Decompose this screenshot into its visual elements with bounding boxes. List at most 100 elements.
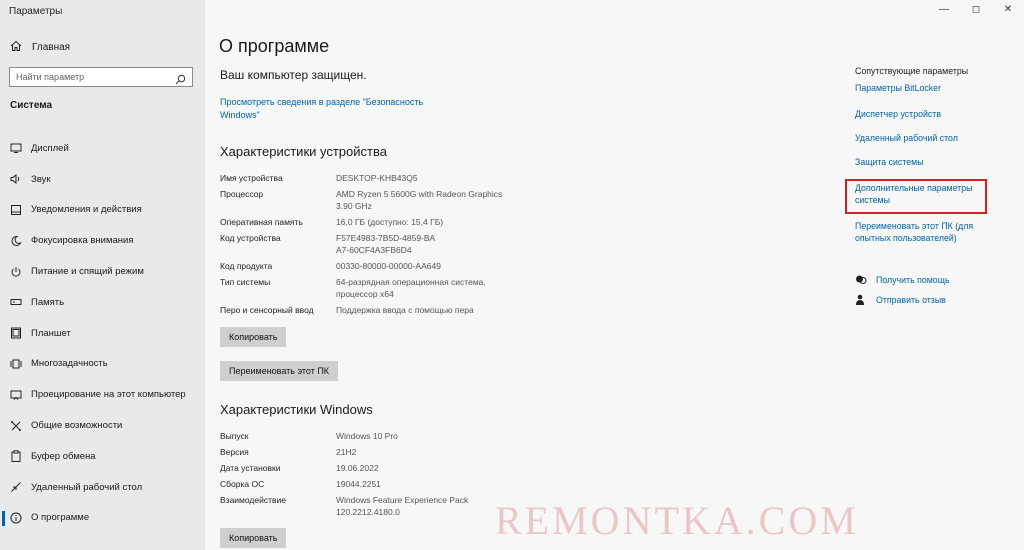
sidebar-item-remote-desktop[interactable]: Удаленный рабочий стол: [0, 472, 205, 503]
spec-row: Версия 21H2: [220, 447, 526, 459]
windows-security-link[interactable]: Просмотреть сведения в разделе "Безопасн…: [220, 96, 435, 121]
page-title: О программе: [219, 36, 330, 56]
sidebar-nav: Дисплей Звук Уведомления и действия Фоку…: [0, 133, 205, 533]
bitlocker-settings-link[interactable]: Параметры BitLocker: [855, 82, 995, 94]
spec-key: Выпуск: [220, 431, 249, 441]
remote-desktop-icon: [10, 481, 22, 493]
sidebar-item-label: Проецирование на этот компьютер: [31, 389, 186, 401]
spec-value: DESKTOP-KHB43Q5: [336, 173, 418, 183]
storage-icon: [10, 296, 22, 308]
sidebar-item-sound[interactable]: Звук: [0, 164, 205, 195]
search-box[interactable]: [9, 67, 193, 87]
send-feedback-label: Отправить отзыв: [876, 295, 946, 305]
sidebar-item-clipboard[interactable]: Буфер обмена: [0, 441, 205, 472]
sidebar-item-shared-experiences[interactable]: Общие возможности: [0, 410, 205, 441]
sidebar-item-about[interactable]: О программе: [0, 503, 205, 534]
spec-value: 00330-80000-00000-AA649: [336, 261, 441, 271]
sidebar-item-projecting[interactable]: Проецирование на этот компьютер: [0, 379, 205, 410]
spec-row: Тип системы 64-разрядная операционная си…: [220, 277, 506, 300]
home-label: Главная: [32, 41, 71, 53]
spec-key: Оперативная память: [220, 217, 303, 227]
spec-row: Код продукта 00330-80000-00000-AA649: [220, 261, 526, 273]
sidebar-item-display[interactable]: Дисплей: [0, 133, 205, 164]
sidebar-item-notifications[interactable]: Уведомления и действия: [0, 195, 205, 226]
spec-value: 19044.2251: [336, 479, 381, 489]
sidebar-item-label: Дисплей: [31, 142, 69, 154]
spec-value: 64-разрядная операционная система, проце…: [336, 277, 486, 299]
window-controls: — ◻ ✕: [938, 4, 1014, 15]
spec-value: 19.06.2022: [336, 463, 379, 473]
spec-row: Дата установки 19.06.2022: [220, 463, 526, 475]
watermark: REMONTKA.COM: [495, 498, 859, 543]
get-help-link[interactable]: Получить помощь: [855, 274, 950, 286]
feedback-person-icon: [855, 294, 867, 306]
spec-key: Версия: [220, 447, 249, 457]
spec-key: Перо и сенсорный ввод: [220, 305, 314, 315]
rename-pc-advanced-link[interactable]: Переименовать этот ПК (для опытных польз…: [855, 220, 985, 244]
spec-value: AMD Ryzen 5 5600G with Radeon Graphics 3…: [336, 189, 503, 211]
spec-row: Перо и сенсорный ввод Поддержка ввода с …: [220, 305, 526, 317]
system-protection-link[interactable]: Защита системы: [855, 156, 995, 168]
related-settings-heading: Сопутствующие параметры: [855, 66, 969, 76]
spec-row: Имя устройства DESKTOP-KHB43Q5: [220, 173, 526, 185]
send-feedback-link[interactable]: Отправить отзыв: [855, 294, 946, 306]
display-icon: [10, 142, 22, 154]
sidebar-item-label: Общие возможности: [31, 420, 123, 432]
shared-experiences-icon: [10, 420, 22, 432]
spec-row: Процессор AMD Ryzen 5 5600G with Radeon …: [220, 189, 511, 212]
spec-key: Код продукта: [220, 261, 273, 271]
windows-specs-heading: Характеристики Windows: [220, 402, 373, 417]
sidebar-item-label: Многозадачность: [31, 358, 108, 370]
sidebar-item-tablet[interactable]: Планшет: [0, 318, 205, 349]
sidebar-item-label: Звук: [31, 173, 51, 185]
power-icon: [10, 266, 22, 278]
tablet-icon: [10, 327, 22, 339]
spec-value: Windows 10 Pro: [336, 431, 398, 441]
home-nav-item[interactable]: Главная: [10, 38, 70, 56]
spec-key: Код устройства: [220, 233, 281, 243]
sidebar-item-label: Память: [31, 296, 65, 308]
section-title: Система: [10, 100, 53, 111]
sidebar-item-label: Удаленный рабочий стол: [31, 481, 143, 493]
device-manager-link[interactable]: Диспетчер устройств: [855, 108, 995, 120]
spec-row: Код устройства F57E4983-7B5D-4859-BAA7-6…: [220, 233, 436, 256]
spec-row: Выпуск Windows 10 Pro: [220, 431, 526, 443]
sidebar-item-multitasking[interactable]: Многозадачность: [0, 349, 205, 380]
notifications-icon: [10, 204, 22, 216]
spec-value: Windows Feature Experience Pack 120.2212…: [336, 495, 469, 517]
sidebar: Параметры Главная Система Дисплей Звук У…: [0, 0, 205, 550]
spec-value: Поддержка ввода с помощью пера: [336, 305, 474, 315]
spec-key: Тип системы: [220, 277, 271, 287]
spec-value: F57E4983-7B5D-4859-BAA7-60CF4A3FB6D4: [336, 233, 436, 255]
copy-device-specs-button[interactable]: Копировать: [220, 327, 287, 347]
window-title: Параметры: [9, 6, 63, 17]
focus-moon-icon: [10, 235, 22, 247]
spec-key: Сборка ОС: [220, 479, 265, 489]
spec-row: Оперативная память 16,0 ГБ (доступно: 15…: [220, 217, 526, 229]
multitasking-icon: [10, 358, 22, 370]
sidebar-item-focus[interactable]: Фокусировка внимания: [0, 225, 205, 256]
spec-key: Имя устройства: [220, 173, 283, 183]
protection-status: Ваш компьютер защищен.: [220, 68, 367, 82]
close-button[interactable]: ✕: [1002, 4, 1014, 15]
search-icon[interactable]: [175, 72, 186, 84]
rename-pc-button[interactable]: Переименовать этот ПК: [220, 361, 339, 381]
highlight-box: [845, 179, 987, 214]
spec-value: 21H2: [336, 447, 357, 457]
spec-key: Процессор: [220, 189, 264, 199]
home-icon: [10, 40, 24, 55]
spec-key: Взаимодействие: [220, 495, 286, 505]
sidebar-item-label: Фокусировка внимания: [31, 235, 134, 247]
maximize-button[interactable]: ◻: [970, 4, 982, 15]
sidebar-item-label: Уведомления и действия: [31, 204, 142, 216]
spec-row: Взаимодействие Windows Feature Experienc…: [220, 495, 486, 518]
minimize-button[interactable]: —: [938, 4, 950, 15]
sidebar-item-storage[interactable]: Память: [0, 287, 205, 318]
sidebar-item-label: Планшет: [31, 327, 71, 339]
sidebar-item-label: Питание и спящий режим: [31, 266, 144, 278]
spec-key: Дата установки: [220, 463, 281, 473]
search-input[interactable]: [16, 72, 175, 82]
sidebar-item-power[interactable]: Питание и спящий режим: [0, 256, 205, 287]
remote-desktop-link[interactable]: Удаленный рабочий стол: [855, 132, 995, 144]
copy-windows-specs-button[interactable]: Копировать: [220, 528, 287, 548]
